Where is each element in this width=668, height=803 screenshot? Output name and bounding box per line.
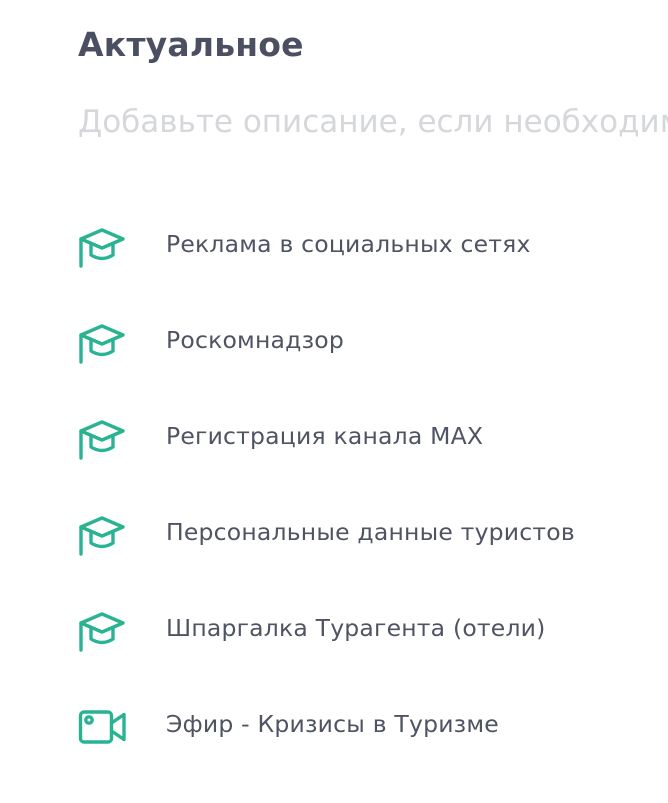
graduation-cap-icon (78, 606, 126, 654)
list-item-label: Эфир - Кризисы в Туризме (166, 710, 499, 738)
video-camera-icon (78, 702, 126, 750)
list-item-label: Шпаргалка Турагента (отели) (166, 614, 546, 642)
graduation-cap-icon (78, 414, 126, 462)
list-item-label: Реклама в социальных сетях (166, 230, 531, 258)
section-title: Актуальное (78, 25, 304, 64)
graduation-cap-icon (78, 222, 126, 270)
list-item-social-ads[interactable]: Реклама в социальных сетях (0, 196, 668, 292)
list-item-label: Регистрация канала MAX (166, 422, 484, 450)
list-item-label: Роскомнадзор (166, 326, 344, 354)
list-item-roskomnadzor[interactable]: Роскомнадзор (0, 292, 668, 388)
description-placeholder[interactable]: Добавьте описание, если необходимо (78, 99, 668, 145)
list-item-max-channel[interactable]: Регистрация канала MAX (0, 388, 668, 484)
graduation-cap-icon (78, 510, 126, 558)
list-item-personal-data[interactable]: Персональные данные туристов (0, 484, 668, 580)
graduation-cap-icon (78, 318, 126, 366)
list-item-hotels-cheatsheet[interactable]: Шпаргалка Турагента (отели) (0, 580, 668, 676)
list-item-broadcast[interactable]: Эфир - Кризисы в Туризме (0, 676, 668, 772)
list-item-label: Персональные данные туристов (166, 518, 575, 546)
